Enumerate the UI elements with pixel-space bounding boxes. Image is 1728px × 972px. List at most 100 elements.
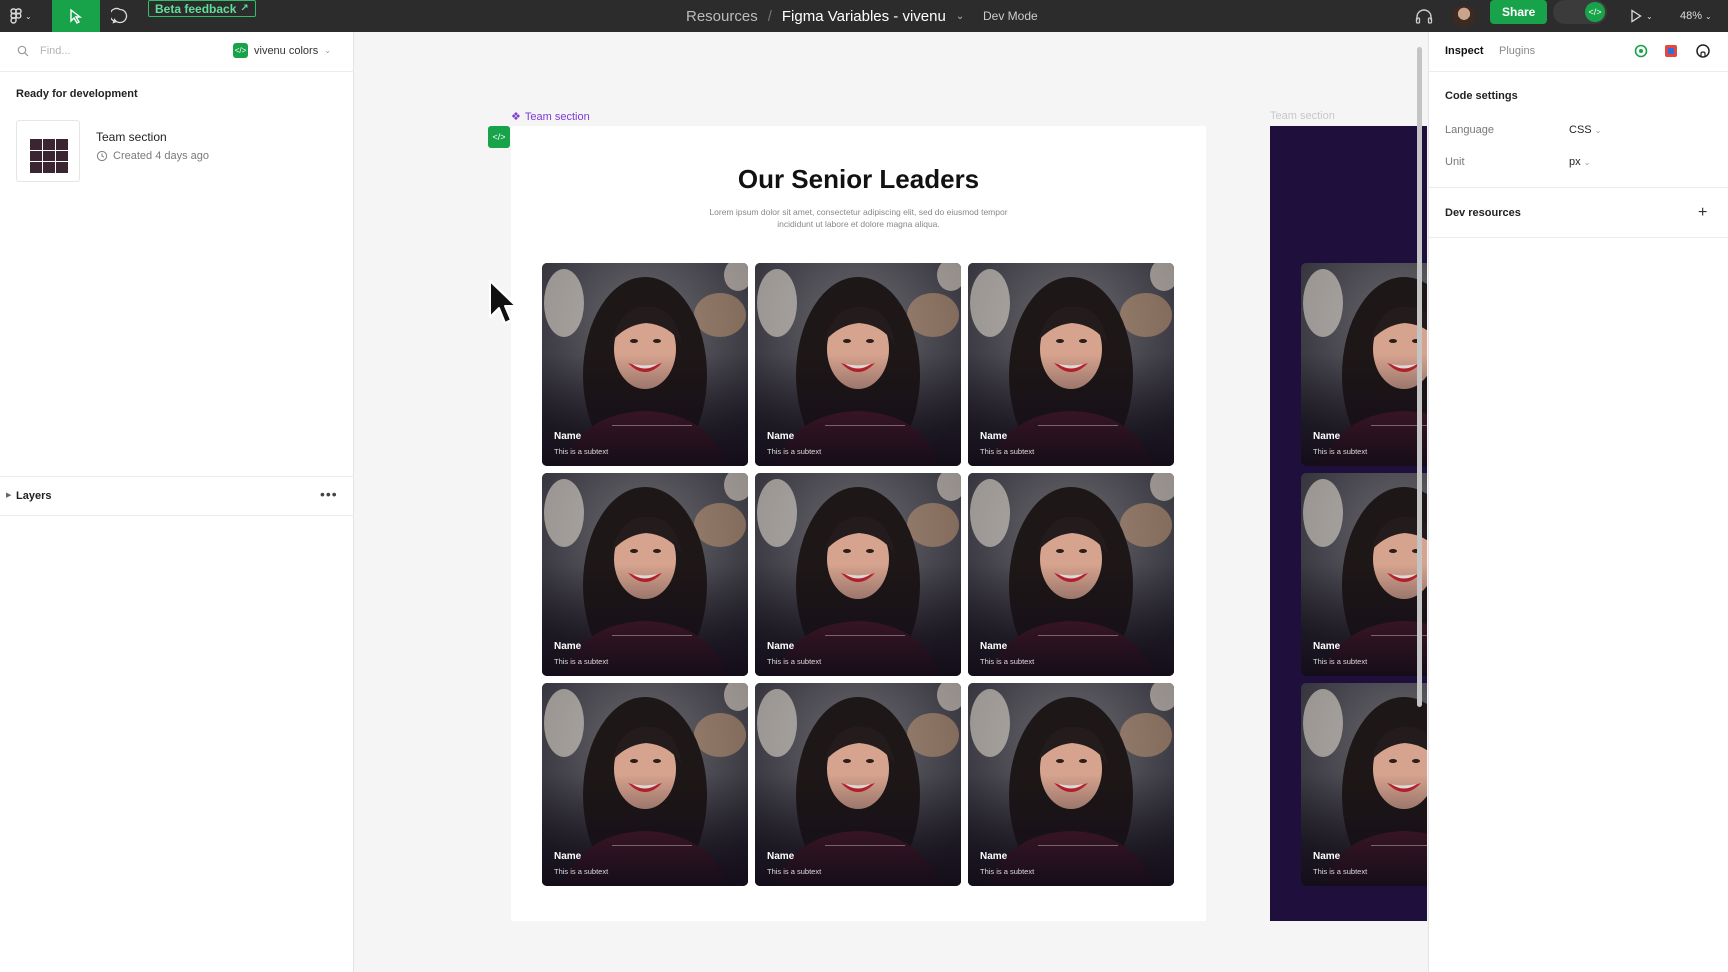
share-button[interactable]: Share [1490,0,1548,24]
chevron-down-icon: ⌄ [1705,11,1712,21]
card-divider [1038,845,1118,846]
card-divider [1371,845,1427,846]
team-member-card[interactable]: Name This is a subtext [542,263,748,466]
team-member-card[interactable]: Name This is a subtext [968,473,1174,676]
team-member-card[interactable]: Name This is a subtext [968,263,1174,466]
team-member-card[interactable]: Name This is a subtext [755,473,961,676]
unit-value: px [1569,156,1581,168]
team-member-name: Name [1313,851,1341,862]
zoom-dropdown[interactable]: 48% ⌄ [1680,0,1712,32]
plugin-jira-icon[interactable] [1663,43,1679,59]
language-value: CSS [1569,124,1592,136]
code-settings-heading: Code settings [1445,90,1518,102]
tab-plugins[interactable]: Plugins [1499,45,1535,57]
team-section-frame-dark[interactable]: Name This is a subtext Name This is a subte… [1270,126,1427,921]
search-bar: Find... </> vivenu colors ⌄ [0,32,354,72]
more-options-icon[interactable]: ••• [320,486,338,502]
card-divider [825,635,905,636]
team-member-subtext: This is a subtext [980,867,1035,876]
dev-resources-heading: Dev resources [1445,207,1521,219]
team-member-subtext: This is a subtext [767,867,822,876]
present-button[interactable]: ⌄ [1630,0,1653,32]
breadcrumb: Resources / Figma Variables - vivenu ⌄ [686,0,964,32]
library-selector[interactable]: </> vivenu colors ⌄ [233,43,331,58]
team-section-frame[interactable]: Our Senior Leaders Lorem ipsum dolor sit… [511,126,1206,921]
section-subtitle: Lorem ipsum dolor sit amet, consectetur … [709,207,1008,229]
team-member-card[interactable]: Name This is a subtext [1301,263,1427,466]
plugin-green-icon[interactable] [1633,43,1649,59]
chevron-down-icon: ⌄ [25,11,32,21]
team-member-name: Name [980,641,1008,652]
frame-label[interactable]: ❖ Team section [511,110,590,124]
github-icon[interactable] [1695,43,1711,59]
top-toolbar: ⌄ Beta feedback ↗ Resources / Figma Vari… [0,0,1728,32]
item-title: Team section [96,130,167,144]
breadcrumb-file-name[interactable]: Figma Variables - vivenu [782,8,946,25]
avatar-image [1453,5,1475,27]
team-member-name: Name [767,851,795,862]
frame-label-secondary[interactable]: Team section [1270,110,1335,122]
unit-label: Unit [1445,156,1465,168]
card-divider [1038,635,1118,636]
divider [1429,237,1728,238]
ready-item-team-section[interactable]: Team section Created 4 days ago [16,120,336,182]
search-input[interactable]: Find... [40,45,71,57]
divider [1429,187,1728,188]
card-divider [612,425,692,426]
team-member-name: Name [554,431,582,442]
card-divider [612,635,692,636]
team-member-subtext: This is a subtext [1313,867,1368,876]
language-select[interactable]: CSS ⌄ [1569,124,1601,136]
team-member-card[interactable]: Name This is a subtext [968,683,1174,886]
team-member-subtext: This is a subtext [767,657,822,666]
library-label: vivenu colors [254,44,319,57]
code-icon[interactable]: </> [488,126,510,148]
code-icon: </> [1585,2,1605,22]
move-tool-button[interactable] [52,0,100,32]
canvas[interactable]: ❖ Team section Team section </> Our Seni… [355,32,1427,972]
chevron-down-icon: ⌄ [1583,158,1591,167]
figma-logo-icon [10,8,22,24]
beta-feedback-link[interactable]: Beta feedback ↗ [148,0,256,17]
history-icon [96,150,108,162]
card-divider [1038,425,1118,426]
canvas-vertical-scrollbar[interactable] [1417,47,1422,707]
main-menu-button[interactable]: ⌄ [10,0,44,32]
team-member-name: Name [1313,431,1341,442]
frame-label-text: Team section [524,110,590,123]
team-member-subtext: This is a subtext [554,867,609,876]
team-member-card[interactable]: Name This is a subtext [755,683,961,886]
card-divider [825,425,905,426]
unit-select[interactable]: px ⌄ [1569,156,1590,168]
cursor-select-icon [70,8,83,24]
tab-inspect[interactable]: Inspect [1445,45,1484,57]
dev-mode-label: Dev Mode [983,9,1038,23]
card-divider [825,845,905,846]
chevron-down-icon: ⌄ [1646,11,1653,21]
chevron-down-icon[interactable]: ⌄ [956,11,964,22]
user-avatar[interactable] [1452,0,1476,32]
external-link-icon: ↗ [240,3,249,14]
dev-mode-toggle[interactable]: </> [1553,0,1607,24]
add-dev-resource-icon[interactable]: + [1698,204,1707,222]
team-member-subtext: This is a subtext [554,447,609,456]
language-label: Language [1445,124,1494,136]
team-member-subtext: This is a subtext [1313,447,1368,456]
zoom-value: 48% [1680,10,1703,22]
search-icon [17,45,29,57]
layers-section-header[interactable]: ▶ Layers ••• [0,476,354,516]
breadcrumb-project[interactable]: Resources [686,8,758,25]
team-member-subtext: This is a subtext [980,447,1035,456]
chevron-down-icon: ⌄ [324,46,331,55]
card-divider [612,845,692,846]
team-member-subtext: This is a subtext [1313,657,1368,666]
team-member-card[interactable]: Name This is a subtext [1301,473,1427,676]
team-member-card[interactable]: Name This is a subtext [542,473,748,676]
team-member-card[interactable]: Name This is a subtext [1301,683,1427,886]
audio-button[interactable] [1413,0,1435,32]
team-member-card[interactable]: Name This is a subtext [542,683,748,886]
item-created-time: Created 4 days ago [113,150,210,162]
mouse-cursor-icon [489,280,517,324]
team-member-card[interactable]: Name This is a subtext [755,263,961,466]
comment-tool-button[interactable] [108,0,132,32]
